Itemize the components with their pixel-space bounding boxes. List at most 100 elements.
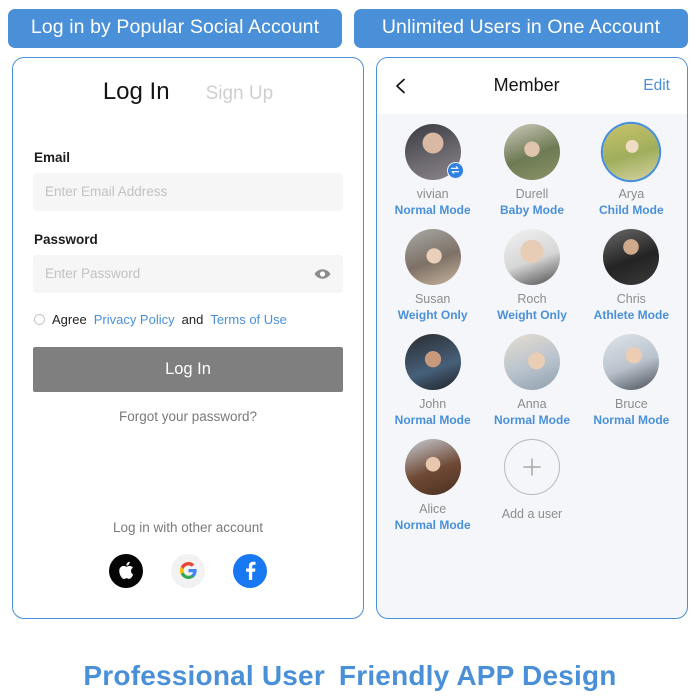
back-chevron-icon[interactable]	[392, 77, 410, 95]
avatar-wrap	[404, 123, 464, 180]
member-mode: Normal Mode	[394, 412, 471, 427]
auth-tabs: Log In Sign Up	[33, 58, 343, 106]
avatar-image	[603, 123, 660, 180]
add-user-label: Add a user	[501, 506, 563, 521]
password-field[interactable]	[33, 254, 343, 293]
banner-left: Log in by Popular Social Account	[8, 9, 342, 48]
banner-row: Log in by Popular Social Account Unlimit…	[0, 0, 700, 48]
member-mode: Normal Mode	[493, 412, 570, 427]
member-mode: Normal Mode	[593, 412, 670, 427]
agree-checkbox[interactable]	[34, 313, 45, 325]
member-item-durell[interactable]: Durell Baby Mode	[482, 123, 581, 229]
avatar	[503, 333, 560, 390]
avatar-wrap	[503, 228, 560, 285]
password-input[interactable]	[45, 266, 331, 281]
tab-log-in[interactable]: Log In	[103, 78, 170, 106]
avatar-wrap	[603, 123, 660, 180]
member-item-bruce[interactable]: Bruce Normal Mode	[582, 333, 681, 439]
facebook-icon	[245, 561, 255, 580]
agree-conjunction-label: and	[181, 311, 204, 327]
member-name: Roch	[517, 291, 547, 306]
avatar-wrap	[404, 438, 461, 495]
avatar	[603, 228, 660, 285]
avatar	[404, 228, 461, 285]
email-label: Email	[34, 149, 71, 165]
eye-icon[interactable]	[314, 268, 331, 279]
forgot-password-link[interactable]: Forgot your password?	[33, 409, 343, 424]
member-item-vivian[interactable]: vivian Normal Mode	[383, 123, 482, 229]
member-name: Arya	[618, 186, 645, 201]
avatar-image	[603, 333, 660, 390]
member-mode: Normal Mode	[394, 202, 471, 217]
member-name: Alice	[419, 501, 447, 516]
member-mode: Weight Only	[397, 307, 468, 322]
login-submit-button[interactable]: Log In	[33, 346, 343, 392]
agree-prefix-label: Agree	[52, 311, 87, 327]
avatar-image	[404, 228, 461, 285]
member-grid: vivian Normal Mode Durell Baby Mode Arya Chil…	[377, 114, 687, 618]
email-field[interactable]	[33, 172, 343, 211]
member-name: Durell	[515, 186, 549, 201]
add-user-button[interactable]: Add a user	[482, 438, 581, 544]
member-item-arya[interactable]: Arya Child Mode	[582, 123, 681, 229]
facebook-login-button[interactable]	[233, 553, 267, 588]
avatar	[404, 438, 461, 495]
swap-icon[interactable]	[446, 161, 464, 179]
member-name: Bruce	[615, 396, 648, 411]
google-icon	[179, 562, 197, 579]
member-name: vivian	[416, 186, 449, 201]
other-account-label: Log in with other account	[112, 519, 264, 535]
member-name: John	[419, 396, 447, 411]
banner-right: Unlimited Users in One Account	[354, 9, 688, 48]
footer-left-text: Professional User	[83, 660, 325, 691]
avatar-wrap	[603, 333, 660, 390]
member-mode: Normal Mode	[394, 517, 471, 532]
avatar-image	[503, 123, 560, 180]
member-name: Anna	[517, 396, 547, 411]
avatar	[503, 228, 560, 285]
avatar-image	[503, 333, 560, 390]
member-item-chris[interactable]: Chris Athlete Mode	[582, 228, 681, 334]
member-mode: Baby Mode	[499, 202, 564, 217]
member-item-anna[interactable]: Anna Normal Mode	[482, 333, 581, 439]
password-label: Password	[34, 231, 98, 247]
apple-icon	[119, 561, 134, 579]
avatar-image	[603, 228, 660, 285]
member-name: Chris	[616, 291, 646, 306]
avatar	[404, 333, 461, 390]
avatar	[603, 333, 660, 390]
avatar	[603, 123, 660, 180]
member-name: Susan	[414, 291, 451, 306]
avatar-image	[503, 228, 560, 285]
avatar-image	[404, 438, 461, 495]
social-login-row	[13, 553, 363, 588]
member-item-alice[interactable]: Alice Normal Mode	[383, 438, 482, 544]
member-mode: Athlete Mode	[593, 307, 669, 322]
avatar-wrap	[603, 228, 660, 285]
terms-of-use-link[interactable]: Terms of Use	[210, 312, 287, 327]
footer-right-text: Friendly APP Design	[338, 660, 617, 691]
member-mode: Child Mode	[598, 202, 664, 217]
google-login-button[interactable]	[171, 553, 205, 588]
plus-icon	[503, 438, 560, 495]
login-card: Log In Sign Up Email Password Agre	[12, 56, 364, 619]
member-card: Member Edit vivian Normal Mode Durell Baby …	[376, 56, 688, 619]
avatar-wrap	[404, 228, 461, 285]
member-header: Member Edit	[377, 57, 687, 114]
email-input[interactable]	[45, 184, 331, 199]
tab-sign-up[interactable]: Sign Up	[206, 83, 274, 105]
cards-row: Log In Sign Up Email Password Agre	[0, 48, 700, 619]
page-title: Member	[493, 75, 560, 95]
avatar-image	[404, 333, 461, 390]
avatar-wrap	[404, 333, 461, 390]
member-item-roch[interactable]: Roch Weight Only	[482, 228, 581, 334]
member-mode: Weight Only	[497, 307, 567, 322]
member-item-susan[interactable]: Susan Weight Only	[383, 228, 482, 334]
agree-row[interactable]: Agree Privacy Policy and Terms of Use	[34, 312, 343, 327]
edit-button[interactable]: Edit	[643, 77, 670, 95]
apple-login-button[interactable]	[109, 553, 143, 588]
privacy-policy-link[interactable]: Privacy Policy	[94, 312, 175, 327]
member-item-john[interactable]: John Normal Mode	[383, 333, 482, 439]
avatar-wrap	[503, 123, 560, 180]
footer-caption: Professional User Friendly APP Design	[0, 660, 700, 692]
